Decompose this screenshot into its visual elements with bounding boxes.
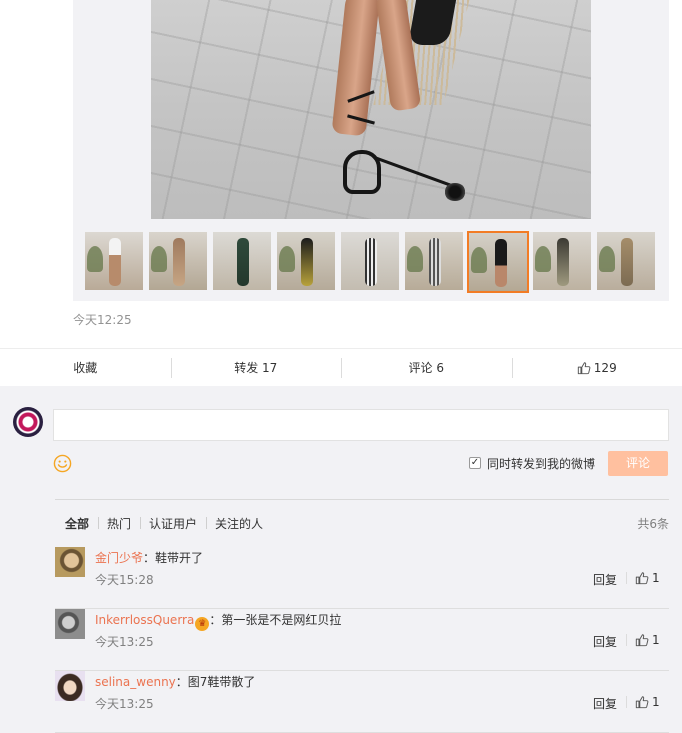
comment-time: 今天13:25 [95,695,154,712]
submit-comment-button[interactable]: 评论 [608,451,668,476]
thumbnail-9[interactable] [597,232,655,290]
tab-hot[interactable]: 热门 [98,515,140,532]
commenter-name[interactable]: selina_wenny [95,675,176,689]
thumbnail-6[interactable] [405,232,463,290]
forward-button[interactable]: 转发 17 [171,349,342,386]
thumb-figure [429,238,441,286]
thumb-figure [109,238,121,286]
comment-item: selina_wenny：图7鞋带散了 今天13:25 回复 1 [55,671,669,733]
comment-like-count: 1 [652,571,660,585]
comment-item: InkerrlossQuerra♛：第一张是不是网红贝拉 今天13:25 回复 … [55,609,669,671]
thumbnail-strip [85,232,655,290]
current-user-avatar[interactable] [13,407,43,437]
tab-verified-users[interactable]: 认证用户 [140,515,206,532]
thumbs-up-icon [577,361,591,375]
like-button[interactable]: 129 [512,349,682,386]
comment-text: 图7鞋带散了 [188,675,256,689]
comment-like-button[interactable]: 1 [635,695,660,709]
weibo-post-card: 今天12:25 收藏 转发 17 评论 6 129 [0,0,682,386]
comment-total-count: 共6条 [637,515,669,532]
favorite-label: 收藏 [73,359,97,376]
reply-button[interactable]: 回复 [593,571,617,588]
like-count: 129 [594,361,617,375]
comment-separator: ： [176,675,188,689]
thumbnail-4[interactable] [277,232,335,290]
thumb-figure [621,238,633,286]
crown-icon: ♛ [195,617,209,631]
tab-following[interactable]: 关注的人 [206,515,272,532]
reply-button[interactable]: 回复 [593,695,617,712]
comment-text: 鞋带开了 [155,551,203,565]
post-timestamp: 今天12:25 [73,311,132,328]
thumbs-up-icon [635,571,649,585]
comment-like-count: 1 [652,695,660,709]
thumb-figure [495,239,507,287]
comment-body: InkerrlossQuerra♛：第一张是不是网红贝拉 [95,611,341,631]
comment-body: 金门少爷：鞋带开了 [95,549,203,566]
reply-button[interactable]: 回复 [593,633,617,650]
thumbnail-8[interactable] [533,232,591,290]
comment-time: 今天15:28 [95,571,154,588]
thumb-figure [237,238,249,286]
comment-like-count: 1 [652,633,660,647]
thumbnail-2[interactable] [149,232,207,290]
commenter-name[interactable]: InkerrlossQuerra [95,613,194,627]
thumb-plant [471,247,487,273]
favorite-button[interactable]: 收藏 [0,349,171,386]
comment-like-button[interactable]: 1 [635,633,660,647]
thumb-plant [87,246,103,272]
comment-section: ✓ 同时转发到我的微博 评论 全部 热门 认证用户 关注的人 共6条 金门少爷：… [0,386,682,730]
commenter-avatar[interactable] [55,547,85,577]
photo-tassel-detail [444,183,466,201]
section-divider [55,499,669,500]
thumb-figure [173,238,185,286]
commenter-name[interactable]: 金门少爷 [95,551,143,565]
thumb-figure [301,238,313,286]
commenter-avatar[interactable] [55,671,85,701]
comment-separator: ： [209,613,221,627]
thumb-plant [407,246,423,272]
thumbs-up-icon [635,695,649,709]
post-action-bar: 收藏 转发 17 评论 6 129 [0,348,682,386]
comment-input[interactable] [53,409,669,441]
comment-label: 评论 6 [409,359,444,376]
thumb-plant [535,246,551,272]
thumb-figure [365,238,377,286]
forward-label: 转发 17 [234,359,277,376]
thumb-plant [599,246,615,272]
forward-checkbox[interactable]: ✓ [469,457,481,469]
tab-all[interactable]: 全部 [65,515,98,532]
comment-button[interactable]: 评论 6 [341,349,512,386]
photo-strap-detail [375,156,451,186]
comment-body: selina_wenny：图7鞋带散了 [95,673,255,690]
comment-time: 今天13:25 [95,633,154,650]
thumbnail-1[interactable] [85,232,143,290]
thumb-plant [151,246,167,272]
commenter-avatar[interactable] [55,609,85,639]
comment-filter-tabs: 全部 热门 认证用户 关注的人 [65,515,272,532]
comment-text: 第一张是不是网红贝拉 [221,613,341,627]
comment-item: 金门少爷：鞋带开了 今天15:28 回复 1 [55,547,669,609]
main-photo[interactable] [151,0,591,219]
thumbnail-5[interactable] [341,232,399,290]
thumb-plant [279,246,295,272]
emoji-icon[interactable] [53,454,72,473]
thumbs-up-icon [635,633,649,647]
thumbnail-7-selected[interactable] [467,231,529,293]
comment-separator: ： [143,551,155,565]
thumb-figure [557,238,569,286]
thumbnail-3[interactable] [213,232,271,290]
comment-like-button[interactable]: 1 [635,571,660,585]
forward-checkbox-label: 同时转发到我的微博 [487,455,595,472]
